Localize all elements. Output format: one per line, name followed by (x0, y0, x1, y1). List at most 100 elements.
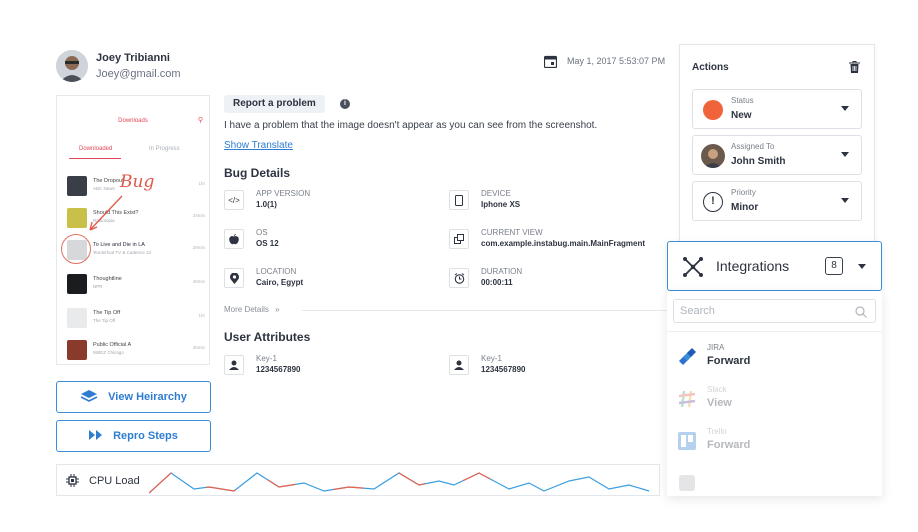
integration-action: Forward (707, 439, 751, 451)
cpu-load-graph (149, 472, 650, 494)
repro-steps-label: Repro Steps (113, 430, 178, 442)
attribute-value: 1234567890 (481, 365, 526, 374)
screenshot-tab-downloaded: Downloaded (79, 146, 113, 152)
exclamation-icon: ! (703, 192, 723, 212)
cpu-load-label: CPU Load (89, 475, 140, 487)
item-title: Public Official A (93, 342, 132, 348)
caret-down-icon (841, 198, 849, 203)
layers-icon (80, 389, 98, 406)
view-hierarchy-button[interactable]: View Heirarchy (56, 381, 211, 413)
integration-action: Forward (707, 355, 751, 367)
trash-icon[interactable] (849, 60, 860, 78)
app-version-value: 1.0(1) (256, 200, 277, 209)
integrations-search-input[interactable] (674, 300, 844, 322)
item-subtitle: Tenderfoot TV & Cadence 13 (93, 250, 151, 255)
integration-item-faded (667, 461, 882, 496)
item-subtitle: NPR (93, 284, 103, 289)
item-title: The Tip Off (93, 310, 121, 316)
assignee-dropdown[interactable]: Assigned To John Smith (692, 135, 862, 175)
current-view-value: com.example.instabug.main.MainFragment (481, 239, 646, 248)
item-duration: 40min (192, 279, 205, 284)
trello-icon (677, 431, 697, 456)
status-dropdown[interactable]: Status New (692, 89, 862, 129)
alarm-clock-icon (449, 268, 469, 288)
integrations-search (673, 299, 876, 323)
device-value: Iphone XS (481, 200, 521, 209)
search-icon: ⚲ (197, 117, 203, 124)
screenshot-list-item: Thoughtline NPR 40min (67, 272, 205, 296)
bug-annotation-circle (61, 234, 91, 264)
integration-item-slack[interactable]: Slack View (667, 377, 882, 419)
priority-value: Minor (731, 202, 759, 213)
integration-icon (677, 473, 697, 496)
integration-name: Slack (707, 385, 727, 394)
report-message: I have a problem that the image doesn't … (224, 120, 598, 131)
os-label: OS (256, 228, 268, 237)
status-value: New (731, 110, 752, 121)
integrations-dropdown[interactable]: Integrations 8 (667, 241, 882, 291)
apple-icon (224, 229, 244, 249)
search-icon (855, 305, 867, 323)
report-date: May 1, 2017 5:53:07 PM (567, 56, 666, 66)
jira-icon (677, 347, 697, 372)
user-avatar (56, 50, 88, 82)
bug-annotation-arrow (89, 195, 123, 231)
podcast-thumbnail (67, 340, 87, 360)
item-duration: 34min (192, 213, 205, 218)
bug-annotation-text: Bug (120, 172, 155, 192)
attribute-key: Key-1 (256, 354, 277, 363)
integrations-label: Integrations (716, 258, 790, 274)
actions-title: Actions (692, 62, 729, 73)
cpu-load-panel: CPU Load (56, 464, 660, 496)
integration-item-trello[interactable]: Trello Forward (667, 419, 882, 461)
integration-name: JIRA (707, 343, 725, 352)
bug-screenshot[interactable]: Downloads ⚲ Downloaded In Progress The D… (56, 95, 210, 365)
user-name: Joey Tribianni (96, 52, 170, 64)
attribute-value: 1234567890 (256, 365, 301, 374)
user-email: Joey@gmail.com (96, 68, 181, 80)
calendar-icon (543, 55, 558, 73)
priority-label: Priority (731, 188, 756, 197)
info-icon[interactable]: i (340, 99, 350, 109)
screenshot-list-item: Public Official A WBEZ Chicago 30min (67, 338, 205, 362)
divider (667, 331, 882, 332)
caret-down-icon (858, 264, 866, 269)
duration-value: 00:00:11 (481, 278, 513, 287)
slack-icon (677, 389, 697, 414)
item-title: Thoughtline (93, 276, 122, 282)
code-icon: </> (224, 190, 244, 210)
podcast-thumbnail (67, 274, 87, 294)
view-icon (449, 229, 469, 249)
repro-steps-button[interactable]: Repro Steps (56, 420, 211, 452)
current-view-label: CURRENT VIEW (481, 228, 543, 237)
item-duration: 1hr (198, 181, 205, 186)
integration-item-jira[interactable]: JIRA Forward (667, 335, 882, 377)
attribute-key: Key-1 (481, 354, 502, 363)
integrations-count-badge: 8 (825, 257, 843, 275)
chevron-down-icon: » (275, 305, 280, 314)
user-icon (449, 355, 469, 375)
caret-down-icon (841, 106, 849, 111)
cpu-icon (66, 474, 79, 492)
fast-forward-icon (89, 429, 103, 443)
phone-icon (449, 190, 469, 210)
item-subtitle: WBEZ Chicago (93, 350, 124, 355)
divider (302, 310, 676, 311)
tab-underline (69, 158, 121, 159)
duration-label: DURATION (481, 267, 523, 276)
more-details-toggle[interactable]: More Details » (224, 305, 280, 314)
screenshot-title: Downloads (118, 118, 148, 124)
assignee-avatar (701, 144, 725, 168)
item-duration: 1hr (198, 313, 205, 318)
integration-action: View (707, 397, 732, 409)
screenshot-tab-in-progress: In Progress (149, 146, 180, 152)
item-duration: 30min (192, 345, 205, 350)
priority-dropdown[interactable]: ! Priority Minor (692, 181, 862, 221)
podcast-thumbnail (67, 308, 87, 328)
user-icon (224, 355, 244, 375)
location-label: LOCATION (256, 267, 297, 276)
item-subtitle: The Tip Off (93, 318, 116, 323)
assignee-label: Assigned To (731, 142, 775, 151)
show-translate-link[interactable]: Show Translate (224, 140, 293, 151)
status-indicator (703, 100, 723, 120)
